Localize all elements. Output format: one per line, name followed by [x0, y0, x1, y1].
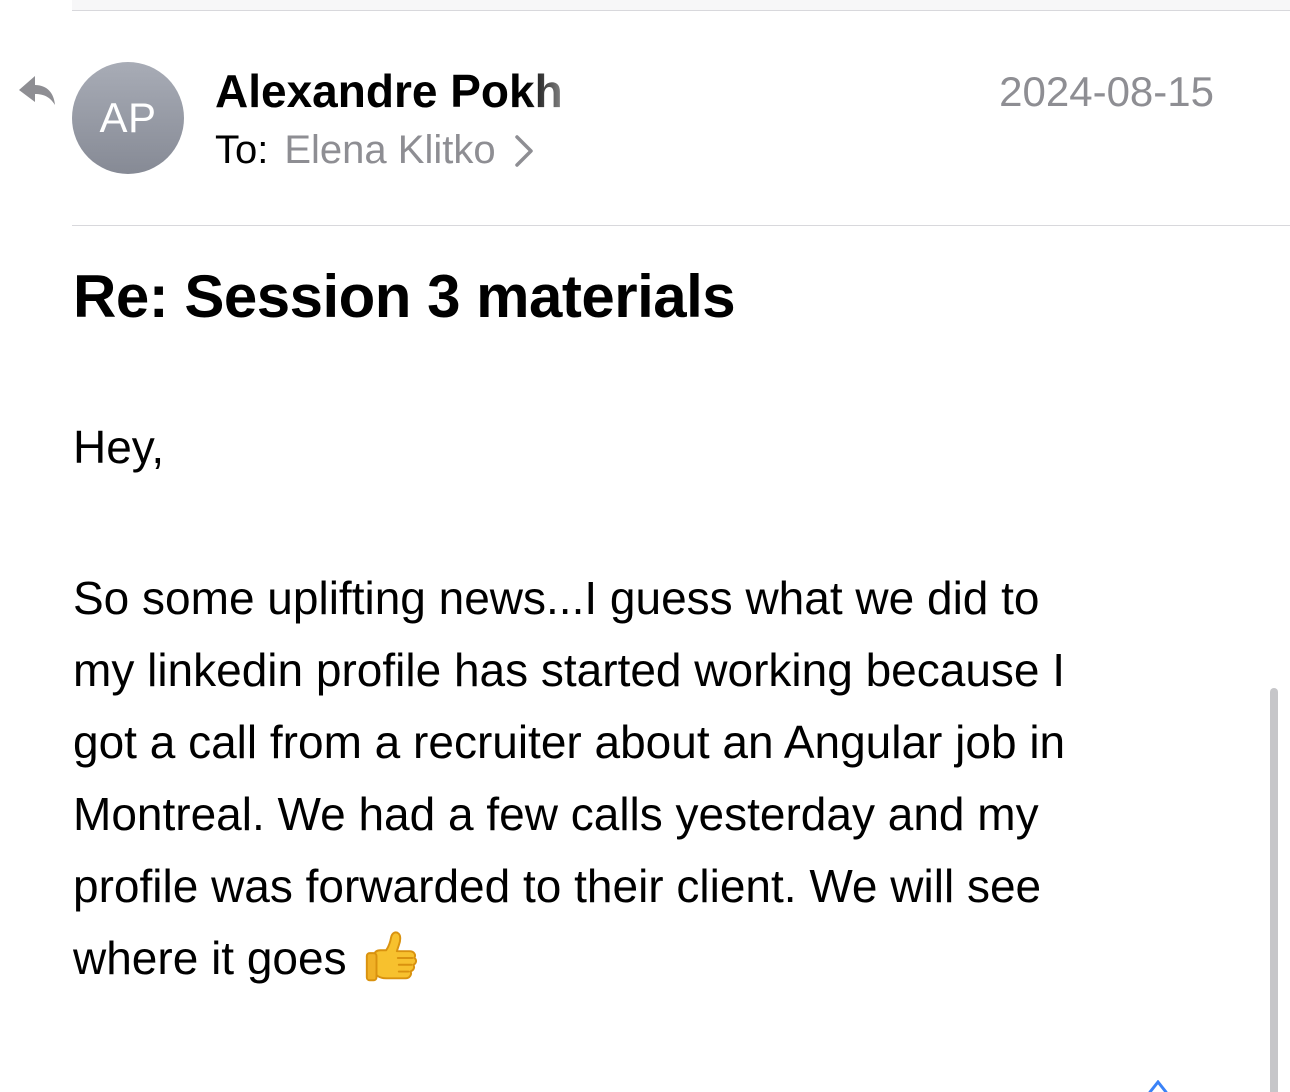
top-separator [72, 0, 1290, 11]
avatar-initials: AP [99, 94, 157, 141]
message-subject: Re: Session 3 materials [73, 263, 736, 330]
sender-name[interactable]: Alexandre Pokh [215, 64, 595, 118]
email-message-view: AP Alexandre Pokh 2024-08-15 To: Elena K… [0, 0, 1290, 1092]
body-line: Montreal. We had a few calls yesterday a… [73, 788, 1039, 840]
body-line-text: where it goes [73, 932, 347, 984]
body-line-last: where it goes [73, 922, 1213, 994]
to-label: To: [215, 128, 269, 172]
message-greeting: Hey, [73, 421, 165, 473]
message-date: 2024-08-15 [999, 68, 1214, 115]
sender-avatar[interactable]: AP [72, 62, 184, 174]
body-line: So some uplifting news...I guess what we… [73, 572, 1040, 624]
cursor-handle-icon [1148, 1080, 1168, 1092]
body-line: my linkedin profile has started working … [73, 644, 1066, 696]
header-divider [72, 225, 1290, 226]
vertical-scrollbar[interactable] [1270, 688, 1278, 1092]
recipient-name[interactable]: Elena Klitko [284, 128, 495, 173]
body-line: profile was forwarded to their client. W… [73, 860, 1042, 912]
chevron-right-icon[interactable] [514, 134, 534, 168]
message-body: So some uplifting news...I guess what we… [73, 562, 1213, 994]
body-line: got a call from a recruiter about an Ang… [73, 716, 1066, 768]
reply-arrow-icon [19, 76, 55, 105]
thumbs-up-emoji-icon [365, 931, 417, 982]
recipient-row[interactable]: To: Elena Klitko [215, 128, 534, 173]
